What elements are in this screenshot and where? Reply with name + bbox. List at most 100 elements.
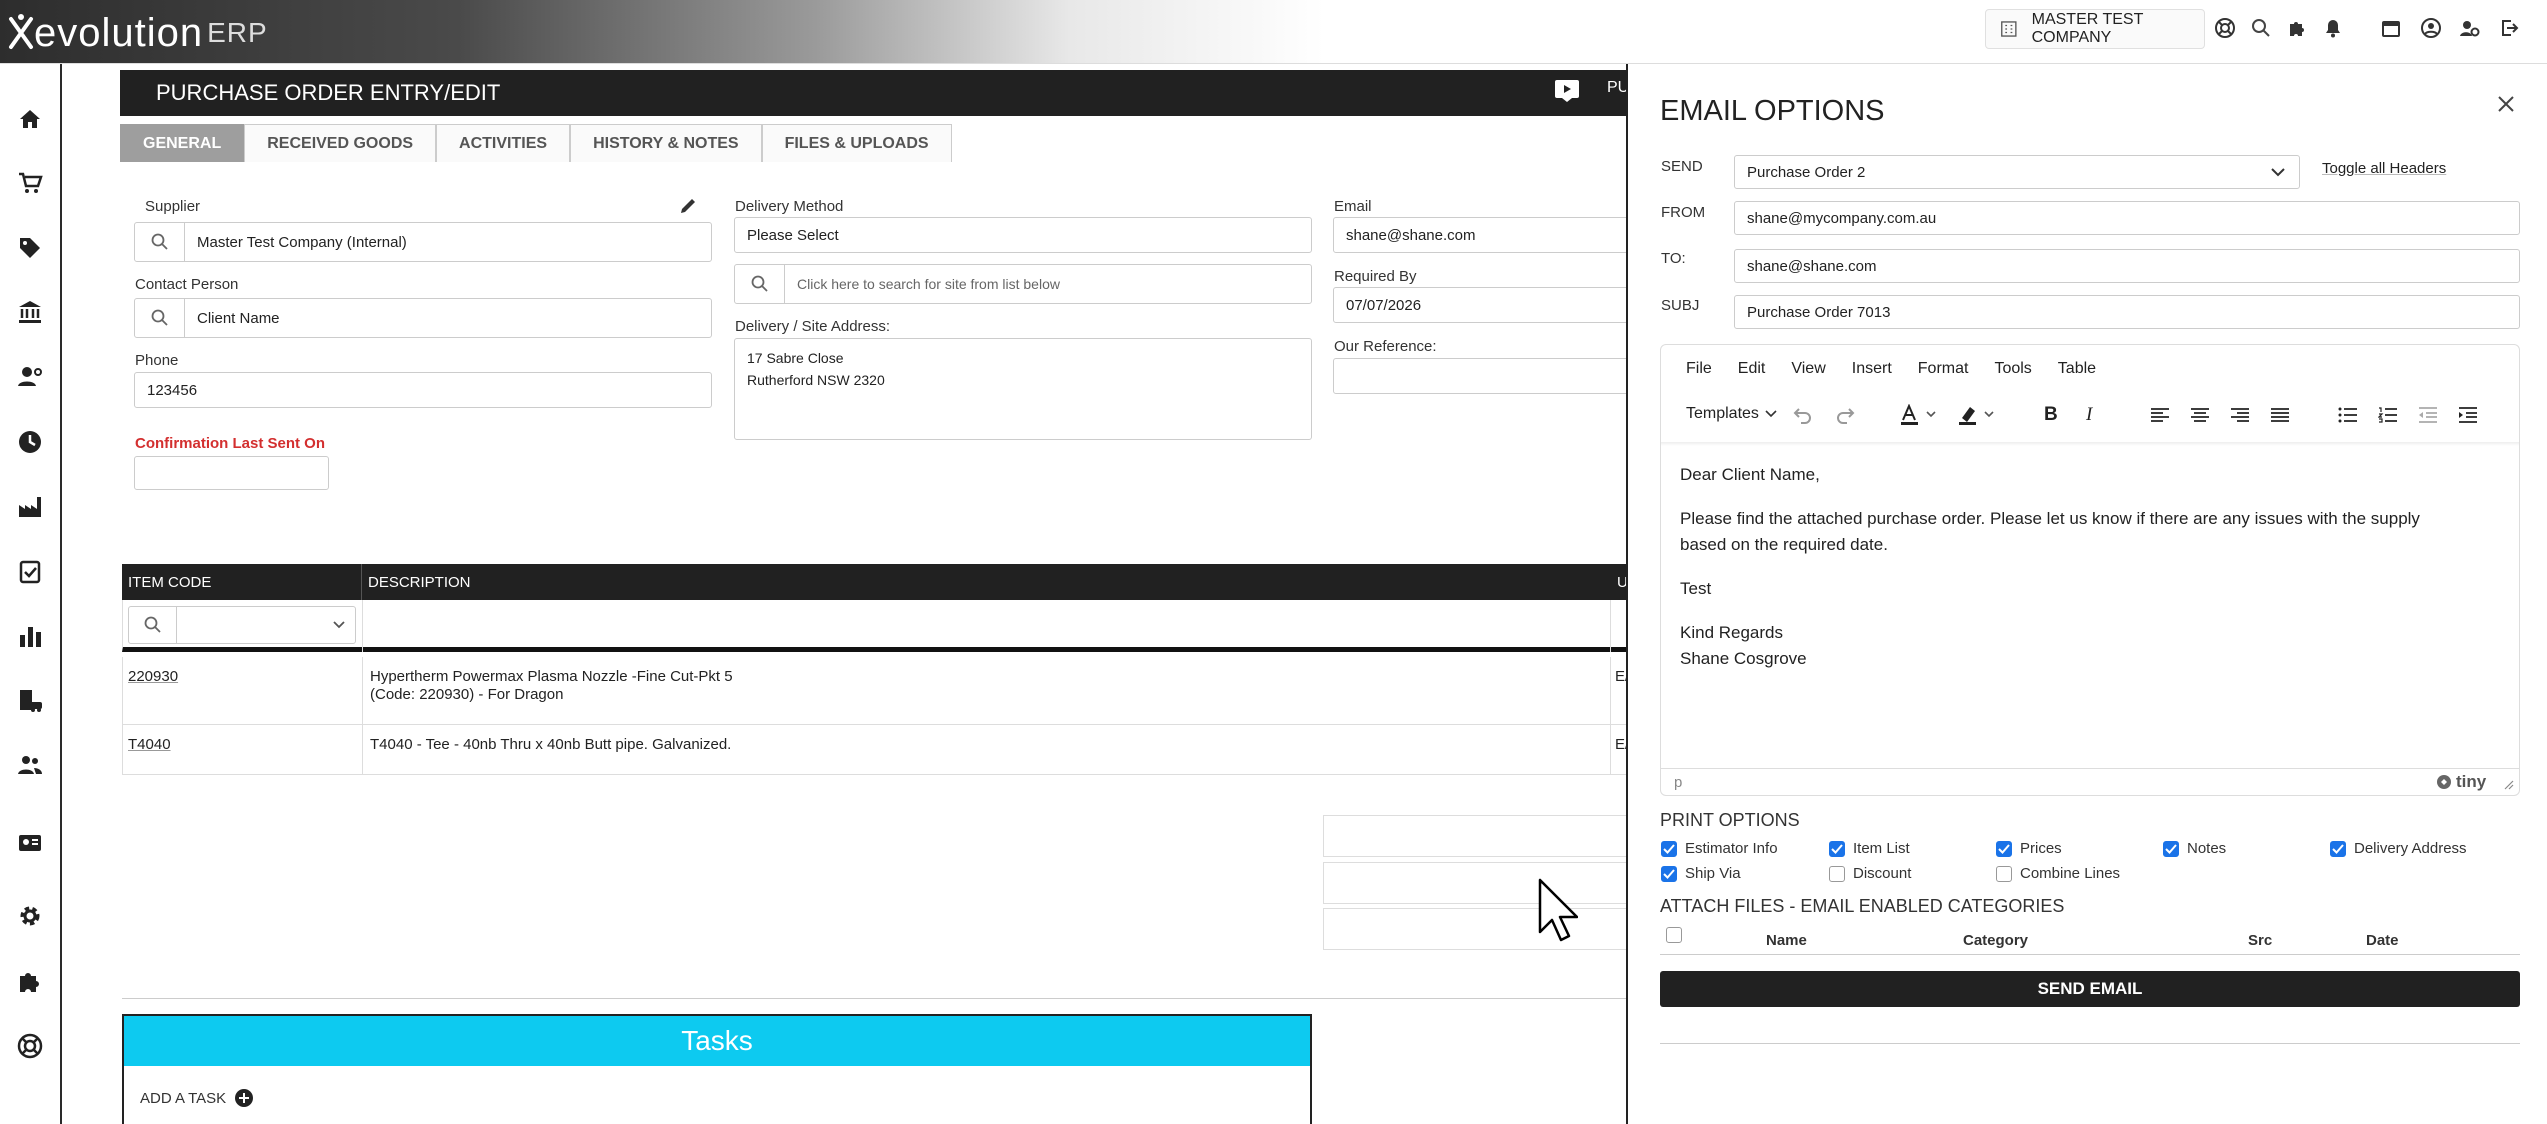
menu-file[interactable]: File xyxy=(1686,360,1712,378)
align-right-icon[interactable] xyxy=(2230,407,2250,423)
send-template-select[interactable]: Purchase Order 2 xyxy=(1734,155,2300,189)
from-field[interactable]: shane@mycompany.com.au xyxy=(1734,201,2520,235)
our-reference-field[interactable] xyxy=(1333,358,1633,394)
redo-icon[interactable] xyxy=(1834,405,1856,425)
italic-icon[interactable]: I xyxy=(2086,404,2092,426)
checkbox-unchecked-icon[interactable] xyxy=(1829,865,1845,882)
editor-content[interactable]: Dear Client Name, Please find the attach… xyxy=(1680,456,2510,672)
indent-icon[interactable] xyxy=(2458,407,2478,423)
building-car-icon[interactable] xyxy=(10,680,50,720)
bank-icon[interactable] xyxy=(10,292,50,332)
outdent-icon[interactable] xyxy=(2418,407,2438,423)
to-field[interactable]: shane@shane.com xyxy=(1734,249,2520,283)
gear-icon[interactable] xyxy=(10,896,50,936)
home-icon[interactable] xyxy=(10,99,50,139)
resize-handle-icon[interactable] xyxy=(2504,780,2514,790)
search-icon[interactable] xyxy=(2248,15,2274,41)
calendar-icon[interactable] xyxy=(2378,15,2404,41)
toggle-all-headers-link[interactable]: Toggle all Headers xyxy=(2322,160,2446,177)
checkbox-unchecked-icon[interactable] xyxy=(1996,865,2012,882)
logout-icon[interactable] xyxy=(2496,15,2522,41)
checkbox-checked-icon[interactable] xyxy=(2330,840,2346,857)
cart-icon[interactable] xyxy=(10,163,50,203)
checkbox-checked-icon[interactable] xyxy=(1661,865,1677,882)
search-icon[interactable] xyxy=(135,299,185,337)
highlight-color-icon[interactable] xyxy=(1958,404,1998,426)
tiny-brand[interactable]: tiny xyxy=(2436,772,2486,792)
print-option-item-list[interactable]: Item List xyxy=(1829,840,1910,857)
delivery-method-select[interactable]: Please Select xyxy=(734,217,1312,253)
email-field[interactable]: shane@shane.com xyxy=(1333,217,1633,253)
menu-format[interactable]: Format xyxy=(1918,360,1969,378)
tab-history-notes[interactable]: HISTORY & NOTES xyxy=(570,124,762,162)
menu-table[interactable]: Table xyxy=(2058,360,2096,378)
menu-insert[interactable]: Insert xyxy=(1852,360,1892,378)
tab-activities[interactable]: ACTIVITIES xyxy=(436,124,571,162)
add-task-button[interactable]: ADD A TASK xyxy=(124,1066,1310,1108)
tab-received-goods[interactable]: RECEIVED GOODS xyxy=(244,124,437,162)
support-sidebar-icon[interactable] xyxy=(10,1026,50,1066)
menu-view[interactable]: View xyxy=(1791,360,1825,378)
user-profile-icon[interactable] xyxy=(2418,15,2444,41)
search-icon[interactable] xyxy=(129,607,177,643)
checkbox-checked-icon[interactable] xyxy=(1829,840,1845,857)
factory-icon[interactable] xyxy=(10,486,50,526)
tab-files-uploads[interactable]: FILES & UPLOADS xyxy=(761,124,952,162)
checkbox-checked-icon[interactable] xyxy=(1661,840,1677,857)
close-icon[interactable] xyxy=(2496,94,2518,116)
puzzle-sidebar-icon[interactable] xyxy=(10,961,50,1001)
table-row[interactable] xyxy=(122,725,1642,775)
contact-person-field[interactable]: Client Name xyxy=(134,298,712,338)
print-option-discount[interactable]: Discount xyxy=(1829,865,1911,882)
subject-field[interactable]: Purchase Order 7013 xyxy=(1734,295,2520,329)
menu-tools[interactable]: Tools xyxy=(1994,360,2031,378)
checkbox-checked-icon[interactable] xyxy=(1996,840,2012,857)
item-code-link[interactable]: 220930 xyxy=(128,668,178,685)
table-row[interactable] xyxy=(122,657,1642,725)
bullet-list-icon[interactable] xyxy=(2338,407,2358,423)
users-icon[interactable] xyxy=(10,745,50,785)
print-option-ship-via[interactable]: Ship Via xyxy=(1661,865,1741,882)
menu-edit[interactable]: Edit xyxy=(1738,360,1766,378)
print-option-estimator-info[interactable]: Estimator Info xyxy=(1661,840,1778,857)
bold-icon[interactable]: B xyxy=(2044,404,2058,426)
confirmation-last-sent-field[interactable] xyxy=(134,456,329,490)
edit-pencil-icon[interactable] xyxy=(678,196,700,218)
clipboard-check-icon[interactable] xyxy=(10,551,50,591)
phone-field[interactable]: 123456 xyxy=(134,372,712,408)
print-option-delivery-address[interactable]: Delivery Address xyxy=(2330,840,2467,857)
delivery-address-textarea[interactable]: 17 Sabre Close Rutherford NSW 2320 xyxy=(734,338,1312,440)
bell-icon[interactable] xyxy=(2320,15,2346,41)
tab-general[interactable]: GENERAL xyxy=(120,124,245,162)
clock-icon[interactable] xyxy=(10,422,50,462)
puzzle-icon[interactable] xyxy=(2284,15,2310,41)
align-center-icon[interactable] xyxy=(2190,407,2210,423)
undo-icon[interactable] xyxy=(1792,405,1814,425)
id-badge-icon[interactable] xyxy=(10,822,50,862)
user-settings-icon[interactable] xyxy=(2456,15,2482,41)
support-icon[interactable] xyxy=(2212,15,2238,41)
company-selector[interactable]: MASTER TEST COMPANY xyxy=(1985,9,2205,49)
chevron-down-icon[interactable] xyxy=(177,607,355,643)
checkbox-checked-icon[interactable] xyxy=(2163,840,2179,857)
search-icon[interactable] xyxy=(735,265,785,303)
item-code-search-combo[interactable] xyxy=(128,606,356,644)
bar-chart-icon[interactable] xyxy=(10,616,50,656)
text-color-icon[interactable] xyxy=(1900,404,1940,426)
print-option-notes[interactable]: Notes xyxy=(2163,840,2226,857)
select-all-files-checkbox[interactable] xyxy=(1666,927,1682,943)
site-search-field[interactable]: Click here to search for site from list … xyxy=(734,264,1312,304)
user-gear-icon[interactable] xyxy=(10,357,50,397)
align-justify-icon[interactable] xyxy=(2270,407,2290,423)
search-icon[interactable] xyxy=(135,223,185,261)
print-option-combine-lines[interactable]: Combine Lines xyxy=(1996,865,2120,882)
tag-icon[interactable] xyxy=(10,228,50,268)
align-left-icon[interactable] xyxy=(2150,407,2170,423)
templates-dropdown[interactable]: Templates xyxy=(1686,405,1777,423)
video-icon[interactable] xyxy=(1554,79,1580,103)
print-option-prices[interactable]: Prices xyxy=(1996,840,2062,857)
supplier-search-field[interactable]: Master Test Company (Internal) xyxy=(134,222,712,262)
required-by-field[interactable]: 07/07/2026 xyxy=(1333,287,1633,323)
item-code-link[interactable]: T4040 xyxy=(128,736,171,753)
send-email-button[interactable]: SEND EMAIL xyxy=(1660,971,2520,1007)
